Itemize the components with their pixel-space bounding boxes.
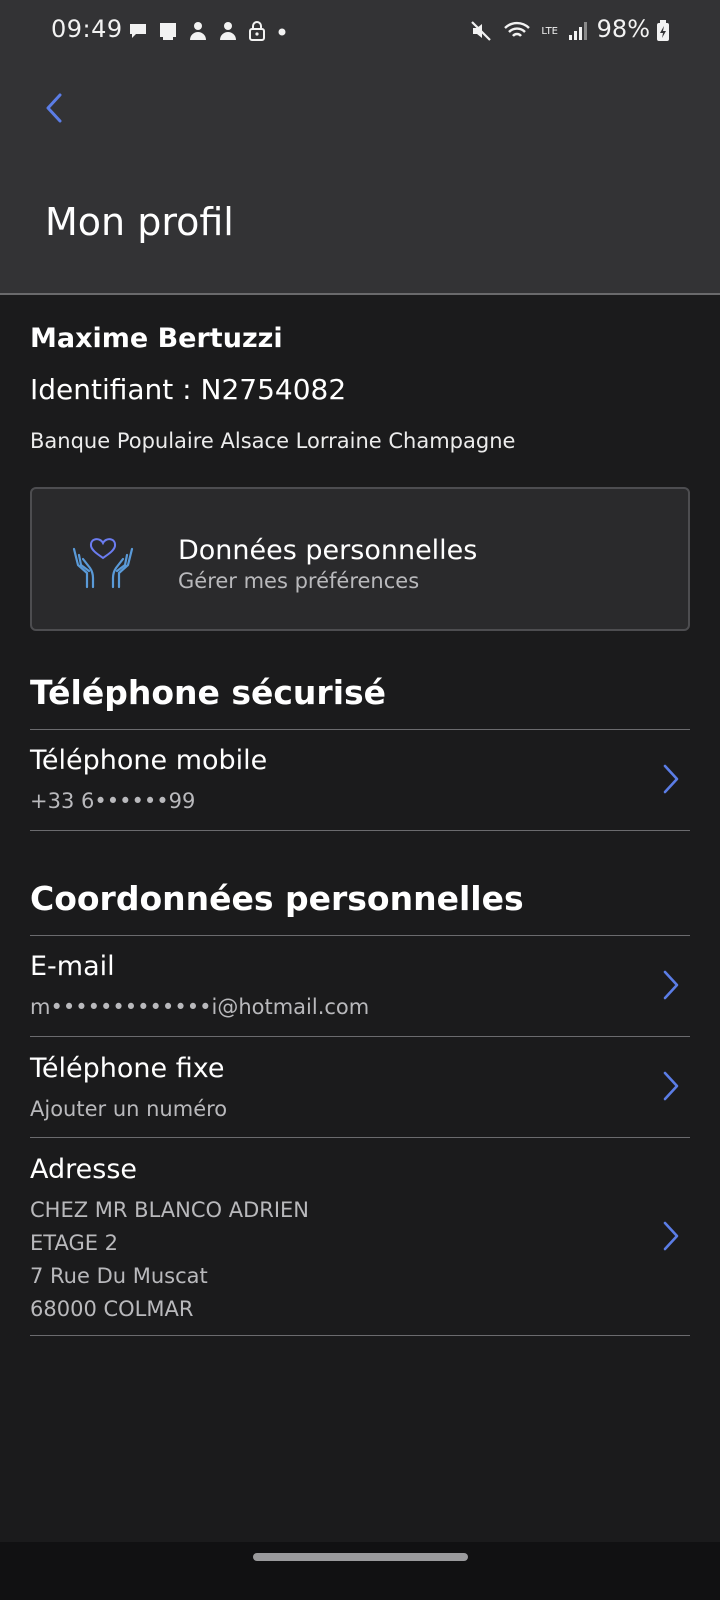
battery-percentage: 98%	[596, 15, 650, 43]
personal-data-card[interactable]: Données personnelles Gérer mes préférenc…	[30, 487, 690, 631]
divider	[30, 729, 690, 730]
home-indicator[interactable]	[253, 1553, 468, 1561]
address-line: 7 Rue Du Muscat	[30, 1264, 208, 1288]
bank-name: Banque Populaire Alsace Lorraine Champag…	[30, 429, 516, 453]
status-time: 09:49	[51, 15, 123, 43]
personal-data-title: Données personnelles	[178, 535, 478, 566]
battery-charging-icon	[657, 20, 669, 41]
app-header: 09:49 LTE 98% Mon profil	[0, 0, 720, 295]
address-label: Adresse	[30, 1154, 137, 1185]
lock-icon	[249, 21, 265, 41]
signal-icon	[569, 22, 587, 40]
wifi-icon	[504, 21, 531, 37]
back-button[interactable]	[34, 86, 74, 130]
divider	[30, 935, 690, 936]
divider	[30, 1137, 690, 1138]
divider	[30, 1335, 690, 1336]
status-system-icons: LTE	[469, 18, 588, 44]
secure-phone-section-title: Téléphone sécurisé	[30, 673, 387, 712]
status-bar: 09:49 LTE 98%	[0, 0, 720, 62]
chevron-left-icon	[46, 93, 62, 123]
email-value: m•••••••••••••i@hotmail.com	[30, 995, 370, 1019]
navigation-bar	[0, 1542, 720, 1600]
email-label: E-mail	[30, 951, 115, 982]
landline-row[interactable]: Téléphone fixe Ajouter un numéro	[30, 1053, 690, 1139]
divider	[30, 830, 690, 831]
landline-label: Téléphone fixe	[30, 1053, 225, 1084]
chevron-right-icon	[663, 970, 679, 1000]
user-name: Maxime Bertuzzi	[30, 323, 283, 354]
person-icon	[220, 22, 236, 40]
user-identifier: Identifiant : N2754082	[30, 373, 347, 406]
network-type-label: LTE	[541, 25, 558, 37]
address-line: ETAGE 2	[30, 1231, 119, 1255]
chevron-right-icon	[663, 1071, 679, 1101]
divider	[30, 1036, 690, 1037]
dot-icon	[278, 28, 286, 36]
landline-value: Ajouter un numéro	[30, 1097, 228, 1121]
email-row[interactable]: E-mail m•••••••••••••i@hotmail.com	[30, 951, 690, 1037]
page-title: Mon profil	[45, 200, 234, 244]
person-icon	[190, 22, 206, 40]
address-line: 68000 COLMAR	[30, 1297, 194, 1321]
chat-icon	[130, 24, 146, 38]
address-line: CHEZ MR BLANCO ADRIEN	[30, 1198, 309, 1222]
mobile-phone-label: Téléphone mobile	[30, 745, 268, 776]
mute-icon	[471, 21, 492, 41]
personal-data-subtitle: Gérer mes préférences	[178, 569, 420, 593]
mobile-phone-row[interactable]: Téléphone mobile +33 6••••••99	[30, 745, 690, 831]
address-row[interactable]: Adresse CHEZ MR BLANCO ADRIEN ETAGE 2 7 …	[30, 1154, 690, 1334]
chevron-right-icon	[663, 1221, 679, 1251]
chevron-right-icon	[663, 764, 679, 794]
contact-section-title: Coordonnées personnelles	[30, 879, 524, 918]
status-notification-icons	[127, 18, 289, 44]
hands-heart-icon	[72, 538, 134, 589]
notification-app-icon	[160, 23, 176, 40]
mobile-phone-value: +33 6••••••99	[30, 789, 196, 813]
